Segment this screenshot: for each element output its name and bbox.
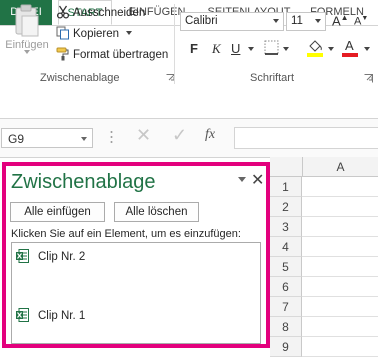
row-gridline [302,316,378,317]
pane-title: Zwischenablage [11,171,156,193]
row-header[interactable]: 2 [270,197,302,217]
copy-dropdown-icon[interactable] [126,31,133,35]
underline-button[interactable]: U [231,40,240,58]
font-name-combobox[interactable]: Calibri [180,12,284,31]
font-color-icon[interactable]: A [342,37,358,57]
row-gridline [302,296,378,297]
resize-handle-icon[interactable] [110,128,113,146]
row-header[interactable]: 1 [270,177,302,197]
borders-icon[interactable] [264,40,279,55]
cancel-icon[interactable]: ✕ [136,125,151,146]
copy-button[interactable]: Kopieren [56,25,133,43]
pane-options-icon[interactable] [238,177,246,182]
row-gridline [302,256,378,257]
row-header[interactable]: 4 [270,237,302,257]
copy-icon [56,26,69,40]
row-header[interactable]: 3 [270,217,302,237]
row-header[interactable]: 8 [270,317,302,337]
grow-font-label: A [332,13,341,29]
clear-all-button[interactable]: Alle löschen [114,202,199,222]
font-size-combobox[interactable]: 11 [286,12,326,31]
clip-item-label: Clip Nr. 1 [38,310,86,322]
underline-dropdown-icon[interactable] [248,47,254,51]
grow-font-button[interactable]: A▲ [332,13,349,28]
name-box[interactable]: G9 [1,128,93,148]
clipboard-group-label: Zwischenablage [40,72,120,84]
insert-function-button[interactable]: fx [205,127,215,143]
row-header[interactable]: 6 [270,277,302,297]
excel-icon [16,308,29,322]
formula-input[interactable] [234,127,378,149]
format-painter-button[interactable]: Format übertragen [56,46,168,64]
dialog-launcher-icon[interactable] [364,74,373,83]
row-gridline [302,216,378,217]
fill-color-dropdown-icon[interactable] [328,47,334,51]
font-name-value: Calibri [185,15,218,27]
fill-color-icon[interactable] [306,37,324,57]
clip-item-label: Clip Nr. 2 [38,251,86,263]
clip-item[interactable]: Clip Nr. 1 [16,308,216,324]
brush-icon [56,47,69,61]
enter-icon[interactable]: ✓ [172,125,187,146]
format-painter-label: Format übertragen [73,49,169,61]
row-header[interactable]: 7 [270,297,302,317]
row-gridline [302,236,378,237]
copy-label: Kopieren [73,28,120,40]
chevron-down-icon [273,19,279,23]
clip-item[interactable]: Clip Nr. 2 [16,249,216,265]
row-gridline [302,276,378,277]
borders-dropdown-icon[interactable] [283,47,289,51]
chevron-down-icon [315,19,321,23]
close-icon[interactable]: ✕ [251,170,264,190]
name-box-value: G9 [8,132,25,146]
cut-label: Ausschneiden [73,7,146,19]
excel-icon [16,249,29,263]
font-color-dropdown-icon[interactable] [364,47,370,51]
italic-button[interactable]: K [212,40,221,58]
row-gridline [302,336,378,337]
paste-all-button[interactable]: Alle einfügen [10,202,105,222]
shrink-font-button[interactable]: A▼ [354,15,368,28]
scissors-icon [56,5,70,19]
row-gridline [302,196,378,197]
bold-button[interactable]: F [190,40,198,58]
group-divider [174,4,175,84]
font-group-label: Schriftart [250,72,295,84]
chevron-down-icon [81,137,87,141]
svg-text:A: A [345,38,354,53]
row-header[interactable]: 9 [270,337,302,357]
paste-button-label: Einfügen [5,39,49,51]
cut-button[interactable]: Ausschneiden [56,4,145,22]
pane-instruction: Klicken Sie auf ein Element, um es einzu… [11,228,241,240]
row-header[interactable]: 5 [270,257,302,277]
column-header-a[interactable]: A [302,157,378,177]
font-size-value: 11 [291,15,303,27]
